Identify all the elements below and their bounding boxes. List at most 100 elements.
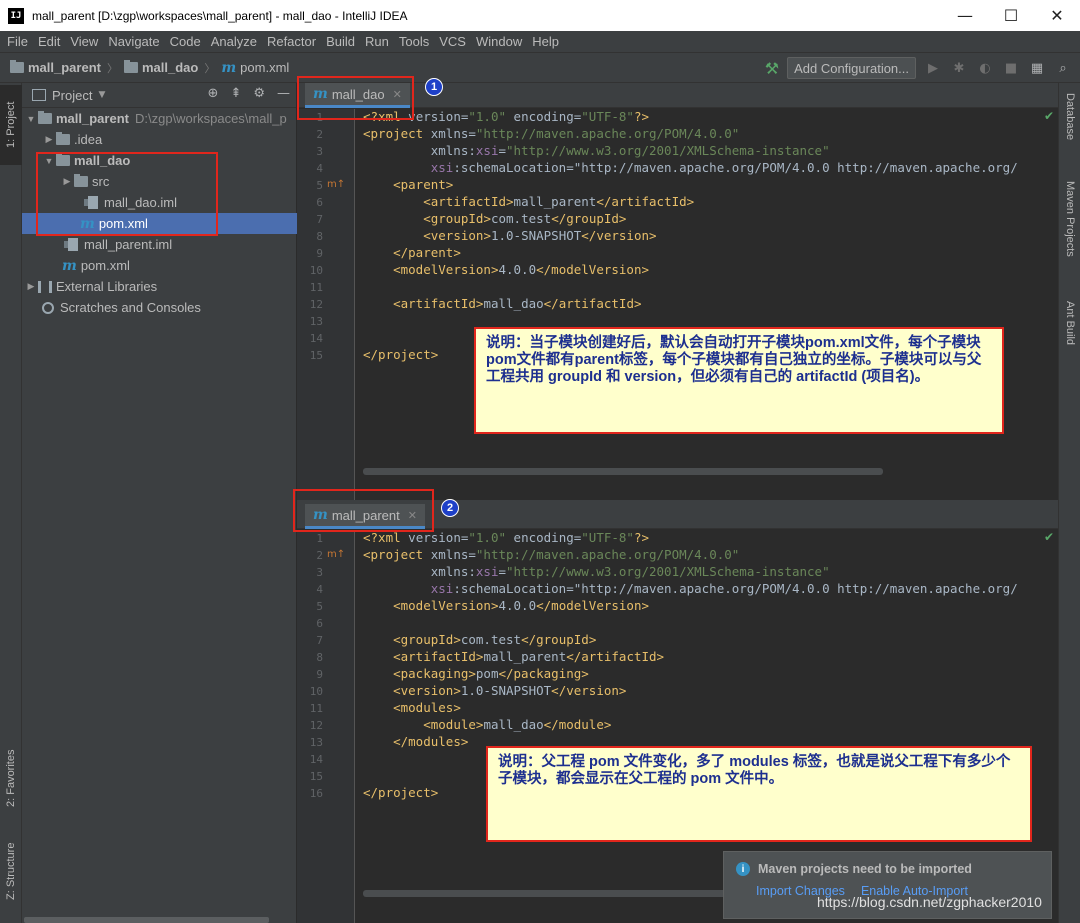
project-panel-title[interactable]: Project [52,88,92,103]
code-line[interactable]: <groupId>com.test</groupId> [363,211,626,226]
collapse-all-icon[interactable]: ⇞ [230,86,241,101]
chevron-right-icon[interactable]: ▶ [42,134,56,145]
line-number: 11 [309,702,323,715]
code-line[interactable]: <modules> [363,700,461,715]
tab-maven-projects[interactable]: Maven Projects [1059,181,1080,291]
code-line[interactable]: </modules> [363,734,468,749]
breadcrumb-label: mall_parent [28,60,101,75]
breadcrumb-label: mall_dao [141,60,199,75]
line-number: 3 [316,145,323,158]
close-button[interactable]: ✕ [1034,0,1080,31]
line-number: 12 [309,298,323,311]
window-titlebar: IJ mall_parent [D:\zgp\workspaces\mall_p… [0,0,1080,31]
line-number: 12 [309,719,323,732]
menu-analyze[interactable]: Analyze [206,34,262,49]
menu-run[interactable]: Run [360,34,394,49]
debug-icon[interactable]: ✱ [950,61,968,76]
code-line[interactable]: <version>1.0-SNAPSHOT</version> [363,683,626,698]
menu-tools[interactable]: Tools [394,34,434,49]
search-icon[interactable]: ⌕ [1054,61,1072,76]
line-number: 16 [309,787,323,800]
menu-view[interactable]: View [65,34,103,49]
breadcrumb-mall-parent[interactable]: mall_parent [10,60,101,75]
code-line[interactable]: xmlns:xsi="http://www.w3.org/2001/XMLSch… [363,143,830,158]
maven-file-icon: m [221,59,237,76]
menu-edit[interactable]: Edit [33,34,65,49]
menu-refactor[interactable]: Refactor [262,34,321,49]
run-icon[interactable]: ▶ [924,61,942,76]
tab-project[interactable]: 1: Project [0,85,22,165]
build-hammer-icon[interactable]: ⚒ [765,59,779,78]
check-icon: ✔ [1043,109,1054,123]
folder-icon [10,60,24,73]
maximize-button[interactable]: ☐ [988,0,1034,31]
code-line[interactable]: <project xmlns="http://maven.apache.org/… [363,547,739,562]
tree-item-parent-pom[interactable]: m pom.xml [22,255,297,276]
notification-message: Maven projects need to be imported [758,862,972,876]
code-line[interactable]: <artifactId>mall_parent</artifactId> [363,649,664,664]
code-line[interactable]: <artifactId>mall_parent</artifactId> [363,194,694,209]
code-line[interactable]: <?xml version="1.0" encoding="UTF-8"?> [363,530,649,545]
tree-item-mall-parent-iml[interactable]: mall_parent.iml [22,234,297,255]
chevron-down-icon[interactable]: ▼ [98,90,105,100]
line-number: 6 [316,617,323,630]
tab-database[interactable]: Database [1059,93,1080,173]
code-line[interactable]: <modelVersion>4.0.0</modelVersion> [363,598,649,613]
menu-code[interactable]: Code [165,34,206,49]
code-line[interactable]: <packaging>pom</packaging> [363,666,589,681]
editor-scrollbar-top[interactable] [363,468,883,475]
tab-ant-build[interactable]: Ant Build [1059,301,1080,381]
locate-file-icon[interactable]: ⊕ [208,86,219,101]
menu-file[interactable]: File [2,34,33,49]
code-line[interactable]: <parent> [363,177,453,192]
project-structure-icon[interactable]: ▦ [1028,61,1046,76]
stop-icon[interactable]: ■ [1002,61,1020,76]
code-line[interactable]: <project xmlns="http://maven.apache.org/… [363,126,739,141]
hide-panel-icon[interactable]: — [277,86,290,101]
chevron-right-icon[interactable]: ▶ [24,281,38,292]
line-number: 13 [309,315,323,328]
tree-item-idea[interactable]: ▶ .idea [22,129,297,150]
maven-gutter-icon[interactable]: m↑ [327,549,345,560]
tab-structure[interactable]: Z: Structure [0,831,22,911]
check-icon: ✔ [1043,530,1054,544]
line-number: 2 [316,549,323,562]
code-line[interactable]: </project> [363,347,438,362]
line-number: 8 [316,651,323,664]
tree-item-external-libraries[interactable]: ▶ External Libraries [22,276,297,297]
code-line[interactable]: <groupId>com.test</groupId> [363,632,596,647]
menu-window[interactable]: Window [471,34,527,49]
tab-favorites[interactable]: 2: Favorites [0,733,22,823]
badge-one: 1 [425,78,443,96]
tree-item-label: pom.xml [80,258,130,273]
menu-build[interactable]: Build [321,34,360,49]
code-line[interactable]: <artifactId>mall_dao</artifactId> [363,296,641,311]
minimize-button[interactable]: — [942,0,988,31]
code-line[interactable]: <version>1.0-SNAPSHOT</version> [363,228,656,243]
editor-pane-top: m mall_dao ✕ ✔ 1 2 3 4 5 6 7 8 9 10 11 12 13 14 15 <?xm… [297,83,1058,500]
tree-item-scratches[interactable]: Scratches and Consoles [22,297,297,318]
code-line[interactable]: <modelVersion>4.0.0</modelVersion> [363,262,649,277]
code-line[interactable]: </project> [363,785,438,800]
project-panel-scrollbar[interactable] [24,917,269,923]
maven-gutter-icon[interactable]: m↑ [327,179,345,190]
breadcrumb-pom-xml[interactable]: m pom.xml [221,60,289,76]
maven-file-icon: m [62,257,77,274]
code-line[interactable]: <module>mall_dao</module> [363,717,611,732]
add-configuration-button[interactable]: Add Configuration... [787,57,916,79]
chevron-down-icon[interactable]: ▼ [24,114,38,124]
menu-help[interactable]: Help [527,34,564,49]
code-line[interactable]: </parent> [363,245,461,260]
code-line[interactable]: xmlns:xsi="http://www.w3.org/2001/XMLSch… [363,564,830,579]
code-line[interactable]: xsi:schemaLocation="http://maven.apache.… [363,160,1018,175]
code-line[interactable]: xsi:schemaLocation="http://maven.apache.… [363,581,1018,596]
breadcrumb-mall-dao[interactable]: mall_dao [123,60,199,75]
highlight-mall-dao-tab [297,76,414,120]
menu-vcs[interactable]: VCS [434,34,471,49]
gear-icon[interactable]: ⚙ [253,86,265,101]
menu-navigate[interactable]: Navigate [103,34,164,49]
window-title: mall_parent [D:\zgp\workspaces\mall_pare… [32,8,408,23]
tree-item-mall-parent[interactable]: ▼ mall_parent D:\zgp\workspaces\mall_p [22,108,297,129]
left-tool-strip: 1: Project 2: Favorites Z: Structure [0,83,22,923]
coverage-icon[interactable]: ◐ [976,61,994,76]
